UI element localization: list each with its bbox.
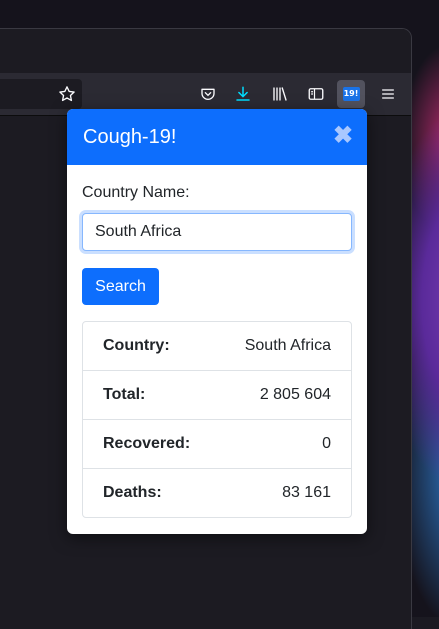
result-row-recovered: Recovered: 0 bbox=[83, 420, 351, 469]
result-key: Country: bbox=[103, 337, 170, 354]
extension-popup: Cough-19! ✖ Country Name: Search Country… bbox=[67, 109, 367, 534]
result-row-country: Country: South Africa bbox=[83, 322, 351, 371]
result-key: Total: bbox=[103, 386, 146, 403]
result-row-total: Total: 2 805 604 bbox=[83, 371, 351, 420]
result-value: 83 161 bbox=[282, 484, 331, 501]
bookmark-star-icon[interactable] bbox=[53, 80, 81, 108]
library-icon[interactable] bbox=[266, 80, 294, 108]
extension-icon[interactable]: 19! bbox=[337, 80, 365, 108]
country-name-label: Country Name: bbox=[82, 184, 190, 201]
pocket-icon[interactable] bbox=[194, 80, 222, 108]
browser-titlebar bbox=[0, 29, 411, 73]
result-key: Recovered: bbox=[103, 435, 191, 452]
close-icon[interactable]: ✖ bbox=[331, 124, 355, 148]
downloads-icon[interactable] bbox=[229, 80, 257, 108]
result-row-deaths: Deaths: 83 161 bbox=[83, 469, 351, 517]
popup-header: Cough-19! ✖ bbox=[67, 109, 367, 165]
result-value: 0 bbox=[322, 435, 331, 452]
result-key: Deaths: bbox=[103, 484, 162, 501]
result-value: 2 805 604 bbox=[259, 386, 331, 403]
menu-icon[interactable] bbox=[374, 80, 402, 108]
result-value: South Africa bbox=[244, 337, 331, 354]
country-name-input[interactable] bbox=[82, 213, 352, 251]
search-button[interactable]: Search bbox=[82, 268, 159, 305]
sidebar-icon[interactable] bbox=[302, 80, 330, 108]
extension-badge: 19! bbox=[342, 87, 360, 101]
results-table: Country: South Africa Total: 2 805 604 R… bbox=[82, 321, 352, 518]
popup-title: Cough-19! bbox=[83, 126, 177, 148]
